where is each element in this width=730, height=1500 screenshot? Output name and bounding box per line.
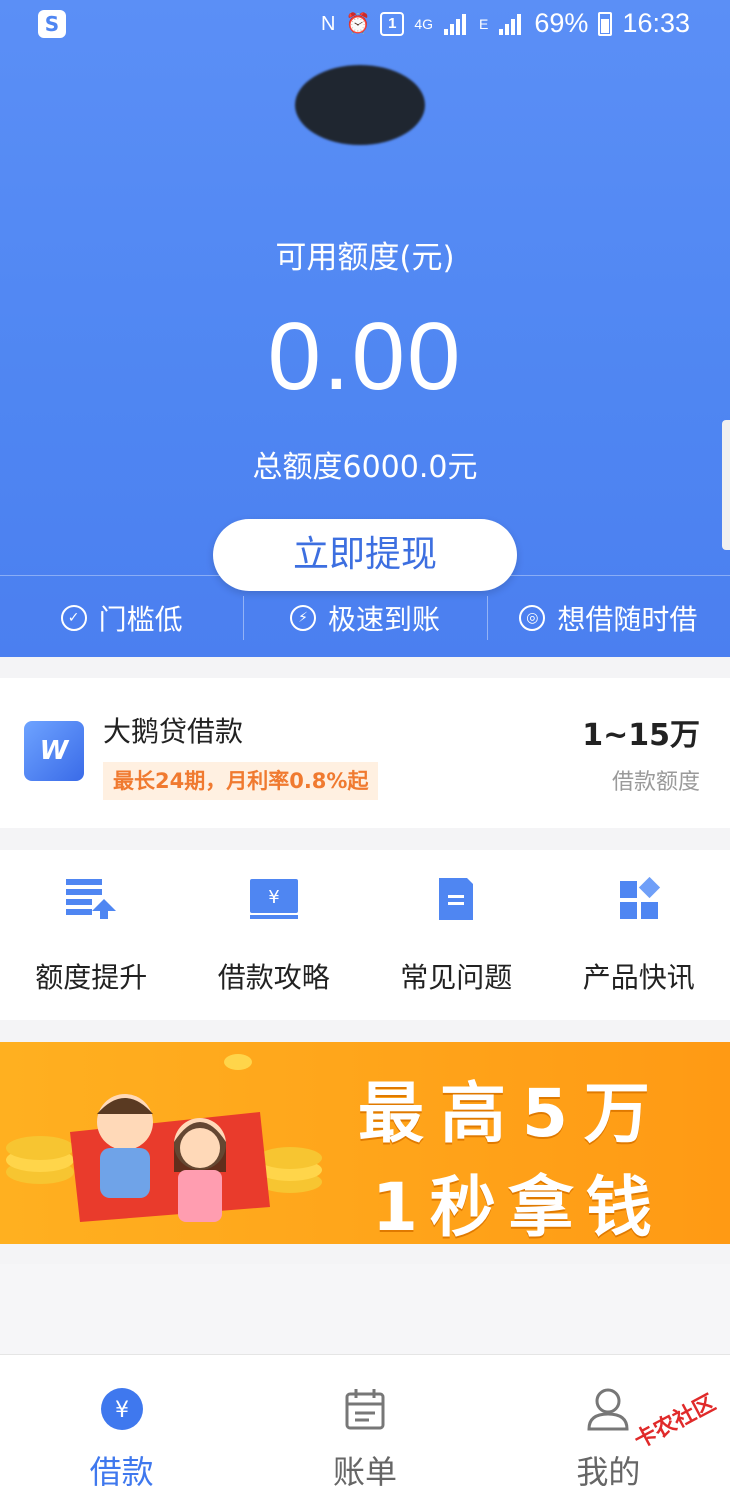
menu-label: 借款攻略 (217, 961, 330, 994)
redacted-avatar (295, 65, 425, 145)
feature-label: 门槛低 (98, 603, 183, 636)
sim-badge: 1 (380, 11, 405, 36)
total-limit: 总额度6000.0元 (252, 450, 478, 485)
check-circle-icon: ✓ (60, 605, 87, 631)
alarm-icon: ⏰ (345, 12, 371, 35)
signal-bars-2-icon (499, 13, 522, 35)
banner-illustration (6, 1054, 322, 1222)
feature-strip: ✓ 门槛低 ⚡ 极速到账 ◎ 想借随时借 (0, 590, 730, 646)
faq-document-icon (439, 878, 474, 920)
tab-label: 账单 (332, 1453, 397, 1491)
tab-label: 借款 (89, 1453, 154, 1491)
header-hero: S N ⏰ 1 4G E 69% 16:33 可用额度(元) 0.00 总额度6… (0, 0, 730, 657)
empty-area (0, 1264, 730, 1354)
product-news-icon (619, 877, 660, 919)
lightning-circle-icon: ⚡ (289, 605, 316, 631)
menu-faq[interactable]: 常见问题 (365, 850, 548, 1020)
edge-panel-handle[interactable] (722, 420, 730, 550)
available-limit-value: 0.00 (267, 303, 463, 410)
feature-label: 想借随时借 (557, 603, 698, 636)
quick-menu: 额度提升 ¥ 借款攻略 常见问题 产品快讯 (0, 850, 730, 1020)
available-limit-label: 可用额度(元) (275, 240, 455, 276)
menu-product-news[interactable]: 产品快讯 (548, 850, 730, 1020)
battery-icon (598, 11, 613, 36)
product-tag: 最长24期，月利率0.8%起 (103, 762, 379, 800)
product-name: 大鹅贷借款 (103, 715, 244, 748)
menu-loan-guide[interactable]: ¥ 借款攻略 (183, 850, 366, 1020)
menu-limit-up[interactable]: 额度提升 (0, 850, 183, 1020)
tab-bar: ¥ 借款 账单 我的 (0, 1354, 730, 1500)
svg-text:¥: ¥ (268, 887, 279, 908)
feature-fast-arrival: ⚡ 极速到账 (243, 590, 486, 646)
limit-up-icon (66, 879, 117, 919)
network-e-label: E (479, 15, 489, 32)
app-badge-icon: S (38, 10, 66, 38)
tab-bills[interactable]: 账单 (243, 1355, 486, 1500)
calendar-icon (345, 1389, 385, 1430)
nfc-icon: N (320, 12, 336, 35)
network-4g-label: 4G (414, 15, 434, 32)
tab-loan[interactable]: ¥ 借款 (0, 1355, 243, 1500)
menu-label: 产品快讯 (582, 961, 695, 994)
user-icon (587, 1388, 629, 1431)
svg-text:¥: ¥ (115, 1398, 129, 1423)
battery-percent: 69% (534, 8, 589, 38)
banner-headline: 最高5万 (358, 1075, 666, 1152)
menu-label: 额度提升 (35, 961, 148, 994)
loan-guide-icon: ¥ (249, 879, 298, 919)
menu-label: 常见问题 (400, 961, 513, 994)
product-range: 1~15万 (582, 718, 700, 753)
status-icons: N ⏰ 1 4G E 69% 16:33 (321, 8, 690, 39)
product-logo-icon: W (24, 721, 84, 781)
status-bar: S N ⏰ 1 4G E 69% 16:33 (0, 0, 730, 50)
clock: 16:33 (622, 8, 690, 38)
signal-bars-icon (444, 13, 467, 35)
feature-anytime: ◎ 想借随时借 (486, 590, 730, 646)
feature-label: 极速到账 (327, 603, 440, 636)
banner-subheadline: 1秒拿钱 (372, 1169, 664, 1244)
withdraw-button[interactable]: 立即提现 (213, 519, 517, 591)
promo-banner[interactable]: 最高5万 1秒拿钱 (0, 1042, 730, 1244)
target-circle-icon: ◎ (519, 605, 546, 631)
yuan-circle-icon: ¥ (100, 1388, 143, 1430)
product-range-label: 借款额度 (611, 770, 700, 795)
feature-low-threshold: ✓ 门槛低 (0, 590, 243, 646)
tab-label: 我的 (576, 1453, 641, 1491)
product-card[interactable]: W 大鹅贷借款 最长24期，月利率0.8%起 1~15万 借款额度 (0, 678, 730, 828)
